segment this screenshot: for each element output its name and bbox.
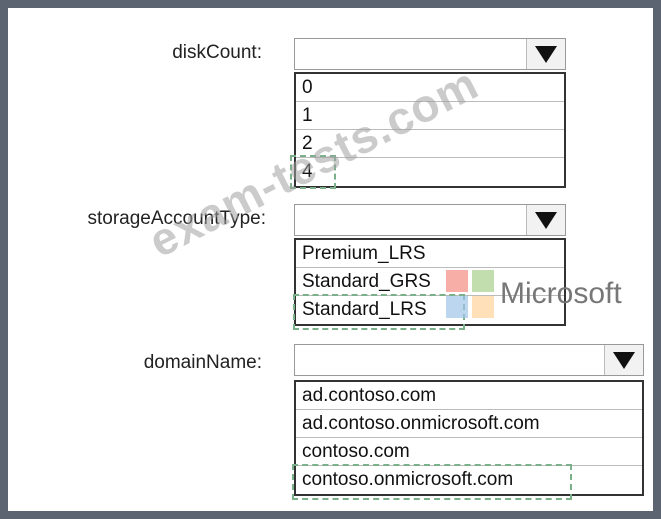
chevron-down-icon[interactable] <box>526 205 565 235</box>
logo-text: Microsoft <box>500 277 622 310</box>
logo-square <box>446 296 468 318</box>
chevron-down-icon[interactable] <box>526 39 565 69</box>
list-item[interactable]: ad.contoso.onmicrosoft.com <box>296 410 642 438</box>
domainname-label: domainName: <box>143 352 262 373</box>
windows-logo-icon <box>446 270 494 318</box>
diskcount-select[interactable] <box>294 38 566 70</box>
selected-answer-highlight <box>292 464 572 500</box>
logo-square <box>472 270 494 292</box>
list-item[interactable]: contoso.com <box>296 438 642 466</box>
list-item[interactable]: ad.contoso.com <box>296 382 642 410</box>
microsoft-logo: Microsoft <box>446 270 622 318</box>
logo-square <box>472 296 494 318</box>
domainname-select[interactable] <box>294 344 644 376</box>
list-item[interactable]: Premium_LRS <box>296 240 564 268</box>
selected-answer-highlight <box>293 294 465 330</box>
storageaccounttype-select[interactable] <box>294 204 566 236</box>
chevron-down-icon[interactable] <box>604 345 643 375</box>
diskcount-label: diskCount: <box>172 42 262 63</box>
logo-square <box>446 270 468 292</box>
